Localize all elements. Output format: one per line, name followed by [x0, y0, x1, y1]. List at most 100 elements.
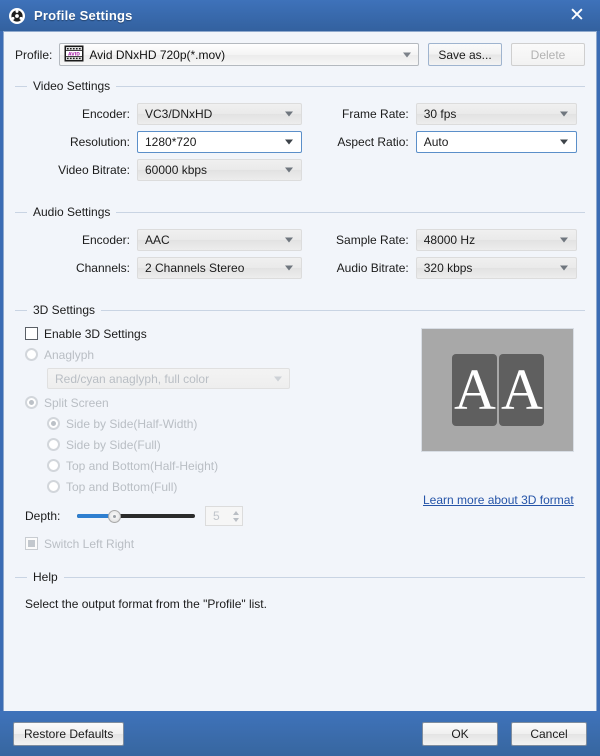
chevron-down-icon — [285, 140, 293, 145]
aspect-ratio-label: Aspect Ratio: — [315, 135, 409, 149]
enable-3d-checkbox[interactable] — [25, 327, 38, 340]
split-screen-label: Split Screen — [44, 396, 109, 410]
video-encoder-value: VC3/DNxHD — [145, 107, 212, 121]
side-by-side-full-row: Side by Side(Full) — [25, 434, 415, 455]
top-bottom-half-label: Top and Bottom(Half-Height) — [66, 459, 218, 473]
audio-encoder-label: Encoder: — [15, 233, 130, 247]
save-as-button[interactable]: Save as... — [428, 43, 502, 66]
field-row: Encoder: AAC Sample Rate: 48000 Hz — [15, 226, 585, 254]
frame-rate-value: 30 fps — [424, 107, 457, 121]
window-title: Profile Settings — [34, 8, 133, 23]
depth-slider-handle[interactable] — [108, 510, 121, 523]
enable-3d-label: Enable 3D Settings — [44, 327, 147, 341]
side-by-side-half-row: Side by Side(Half-Width) — [25, 413, 415, 434]
threed-preview-image: A A — [421, 328, 574, 452]
resolution-value: 1280*720 — [145, 135, 196, 149]
video-settings-group: Video Settings Encoder: VC3/DNxHD Frame … — [15, 79, 585, 192]
learn-more-3d-link[interactable]: Learn more about 3D format — [423, 493, 585, 507]
depth-row: Depth: 5 — [25, 503, 415, 529]
close-icon[interactable]: ✕ — [566, 5, 588, 27]
audio-bitrate-select[interactable]: 320 kbps — [416, 257, 577, 279]
help-title: Help — [27, 570, 64, 584]
chevron-down-icon — [233, 518, 239, 522]
video-settings-header: Video Settings — [15, 79, 585, 93]
threed-preview-column: A A Learn more about 3D format — [415, 323, 585, 554]
split-screen-radio-row: Split Screen — [25, 392, 415, 413]
video-settings-title: Video Settings — [27, 79, 116, 93]
chevron-down-icon — [274, 376, 282, 381]
frame-rate-field: Frame Rate: 30 fps — [315, 103, 577, 125]
anaglyph-type-select: Red/cyan anaglyph, full color — [47, 368, 290, 389]
restore-defaults-button[interactable]: Restore Defaults — [13, 722, 124, 746]
chevron-down-icon — [285, 238, 293, 243]
aspect-ratio-select[interactable]: Auto — [416, 131, 577, 153]
delete-button: Delete — [511, 43, 585, 66]
switch-left-right-row: Switch Left Right — [25, 533, 415, 554]
dialog-footer: Restore Defaults OK Cancel — [0, 711, 600, 756]
sample-rate-field: Sample Rate: 48000 Hz — [315, 229, 577, 251]
cancel-button[interactable]: Cancel — [511, 722, 587, 746]
title-bar: Profile Settings ✕ — [0, 0, 600, 31]
depth-slider[interactable] — [77, 508, 195, 524]
audio-bitrate-value: 320 kbps — [424, 261, 473, 275]
chevron-down-icon — [560, 238, 568, 243]
audio-settings-group: Audio Settings Encoder: AAC Sample Rate: — [15, 205, 585, 290]
channels-select[interactable]: 2 Channels Stereo — [137, 257, 302, 279]
threed-options-column: Enable 3D Settings Anaglyph Red/cyan ana… — [15, 323, 415, 554]
audio-encoder-select[interactable]: AAC — [137, 229, 302, 251]
chevron-down-icon — [285, 112, 293, 117]
profile-select[interactable]: AVID Avid DNxHD 720p(*.mov) — [59, 43, 419, 66]
side-by-side-full-label: Side by Side(Full) — [66, 438, 161, 452]
chevron-down-icon — [285, 266, 293, 271]
audio-settings-title: Audio Settings — [27, 205, 116, 219]
chevron-down-icon — [403, 52, 411, 57]
frame-rate-label: Frame Rate: — [315, 107, 409, 121]
depth-label: Depth: — [25, 509, 77, 523]
anaglyph-radio-row: Anaglyph — [25, 344, 415, 365]
top-bottom-full-row: Top and Bottom(Full) — [25, 476, 415, 497]
video-encoder-select[interactable]: VC3/DNxHD — [137, 103, 302, 125]
field-row: Channels: 2 Channels Stereo Audio Bitrat… — [15, 254, 585, 282]
ok-button[interactable]: OK — [422, 722, 498, 746]
audio-settings-header: Audio Settings — [15, 205, 585, 219]
sample-rate-value: 48000 Hz — [424, 233, 475, 247]
threed-settings-title: 3D Settings — [27, 303, 101, 317]
preview-pane-right: A — [499, 354, 544, 426]
anaglyph-label: Anaglyph — [44, 348, 94, 362]
profile-settings-dialog: Profile Settings ✕ Profile: AVID — [0, 0, 600, 756]
help-header: Help — [15, 570, 585, 584]
threed-settings-group: 3D Settings Enable 3D Settings Anaglyph … — [15, 303, 585, 554]
sample-rate-label: Sample Rate: — [315, 233, 409, 247]
resolution-label: Resolution: — [15, 135, 130, 149]
switch-left-right-checkbox — [25, 537, 38, 550]
frame-rate-select[interactable]: 30 fps — [416, 103, 577, 125]
top-bottom-full-label: Top and Bottom(Full) — [66, 480, 177, 494]
film-strip-icon: AVID — [64, 45, 84, 65]
field-row: Resolution: 1280*720 Aspect Ratio: Auto — [15, 128, 585, 156]
audio-bitrate-label: Audio Bitrate: — [315, 261, 409, 275]
top-bottom-half-row: Top and Bottom(Half-Height) — [25, 455, 415, 476]
video-bitrate-value: 60000 kbps — [145, 163, 207, 177]
depth-value: 5 — [213, 509, 220, 523]
chevron-down-icon — [560, 140, 568, 145]
video-settings-fields: Encoder: VC3/DNxHD Frame Rate: 30 fps — [15, 95, 585, 192]
enable-3d-checkbox-row[interactable]: Enable 3D Settings — [25, 323, 415, 344]
svg-text:AVID: AVID — [68, 51, 80, 57]
channels-value: 2 Channels Stereo — [145, 261, 244, 275]
sample-rate-select[interactable]: 48000 Hz — [416, 229, 577, 251]
dialog-body: Profile: AVID — [3, 31, 597, 711]
stepper-arrows — [233, 507, 239, 525]
channels-label: Channels: — [15, 261, 130, 275]
gear-icon — [9, 8, 25, 24]
aspect-ratio-value: Auto — [424, 135, 449, 149]
top-bottom-full-radio — [47, 480, 60, 493]
video-bitrate-select[interactable]: 60000 kbps — [137, 159, 302, 181]
threed-settings-body: Enable 3D Settings Anaglyph Red/cyan ana… — [15, 319, 585, 554]
split-screen-radio — [25, 396, 38, 409]
resolution-field: Resolution: 1280*720 — [15, 131, 315, 153]
profile-row: Profile: AVID — [4, 32, 596, 66]
chevron-up-icon — [233, 511, 239, 515]
help-group: Help Select the output format from the "… — [15, 570, 585, 611]
anaglyph-radio — [25, 348, 38, 361]
resolution-select[interactable]: 1280*720 — [137, 131, 302, 153]
